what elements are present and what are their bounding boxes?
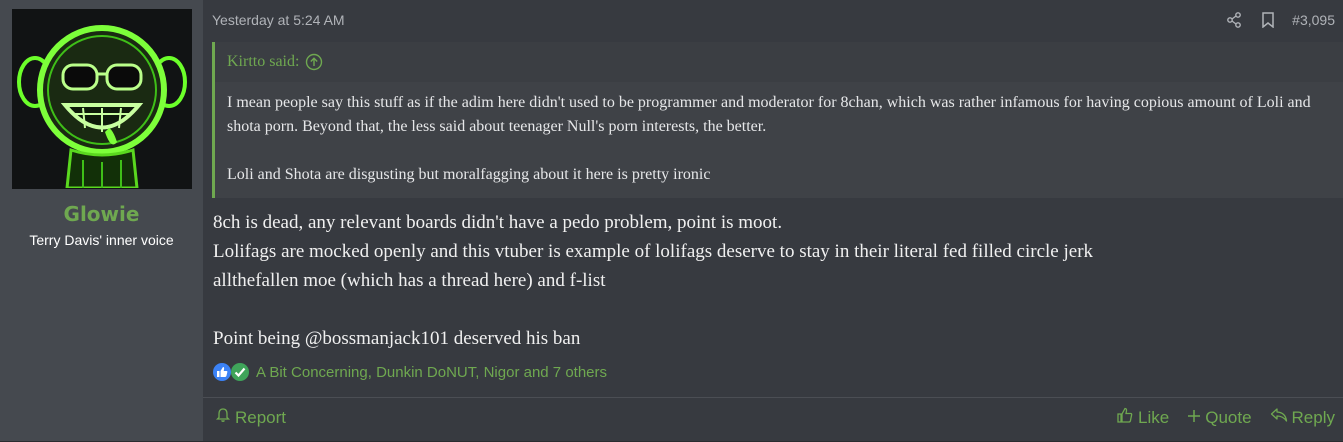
like-reaction-icon bbox=[212, 362, 232, 382]
arrow-up-circle-icon[interactable] bbox=[305, 53, 323, 71]
reaction-icons bbox=[212, 362, 250, 382]
like-button[interactable]: Like bbox=[1116, 406, 1169, 429]
glowing-smiley-avatar-icon bbox=[12, 10, 191, 188]
message-line: Point being @bossmanjack101 deserved his… bbox=[213, 328, 581, 349]
username[interactable]: Glowie bbox=[64, 202, 140, 226]
post-date[interactable]: Yesterday at 5:24 AM bbox=[212, 12, 345, 28]
quote-block: Kirtto said: I mean people say this stuf… bbox=[212, 42, 1343, 198]
like-label: Like bbox=[1138, 407, 1170, 427]
quote-body: I mean people say this stuff as if the a… bbox=[215, 82, 1343, 187]
message-line: Lolifags are mocked openly and this vtub… bbox=[213, 241, 1094, 262]
report-label: Report bbox=[235, 407, 287, 427]
post-header: Yesterday at 5:24 AM #3,095 bbox=[212, 8, 1335, 32]
footer-actions: Like Quote Reply bbox=[1116, 406, 1335, 429]
reply-button[interactable]: Reply bbox=[1270, 407, 1335, 428]
reply-label: Reply bbox=[1291, 407, 1335, 427]
quote-header[interactable]: Kirtto said: bbox=[215, 42, 1343, 82]
forum-post: Glowie Terry Davis' inner voice Yesterda… bbox=[0, 0, 1343, 442]
reply-arrow-icon bbox=[1270, 407, 1288, 428]
reactions-bar[interactable]: A Bit Concerning, Dunkin DoNUT, Nigor an… bbox=[212, 359, 607, 385]
quote-label: Quote bbox=[1205, 407, 1252, 427]
quote-paragraph: Loli and Shota are disgusting but moralf… bbox=[227, 166, 711, 183]
post-number[interactable]: #3,095 bbox=[1292, 12, 1335, 28]
message-line: 8ch is dead, any relevant boards didn't … bbox=[213, 212, 783, 233]
user-panel: Glowie Terry Davis' inner voice bbox=[0, 0, 203, 441]
post-main: Yesterday at 5:24 AM #3,095 Kirtto said:… bbox=[203, 0, 1343, 441]
thumbs-up-icon bbox=[1116, 406, 1134, 429]
quote-paragraph: I mean people say this stuff as if the a… bbox=[227, 94, 1311, 135]
user-title: Terry Davis' inner voice bbox=[29, 232, 174, 248]
message-body: 8ch is dead, any relevant boards didn't … bbox=[213, 208, 1293, 353]
report-button[interactable]: Report bbox=[215, 407, 286, 428]
check-reaction-icon bbox=[230, 362, 250, 382]
bookmark-icon[interactable] bbox=[1258, 10, 1278, 30]
plus-icon bbox=[1187, 408, 1201, 428]
share-icon[interactable] bbox=[1224, 10, 1244, 30]
quote-author[interactable]: Kirtto said: bbox=[227, 53, 299, 71]
post-footer: Report Like Quote Reply bbox=[203, 397, 1343, 441]
quote-button[interactable]: Quote bbox=[1187, 407, 1252, 428]
message-line: allthefallen moe (which has a thread her… bbox=[213, 270, 606, 291]
post-header-actions: #3,095 bbox=[1224, 10, 1335, 30]
reaction-users[interactable]: A Bit Concerning, Dunkin DoNUT, Nigor an… bbox=[256, 364, 607, 381]
bell-icon bbox=[215, 407, 231, 428]
avatar[interactable] bbox=[11, 9, 192, 189]
